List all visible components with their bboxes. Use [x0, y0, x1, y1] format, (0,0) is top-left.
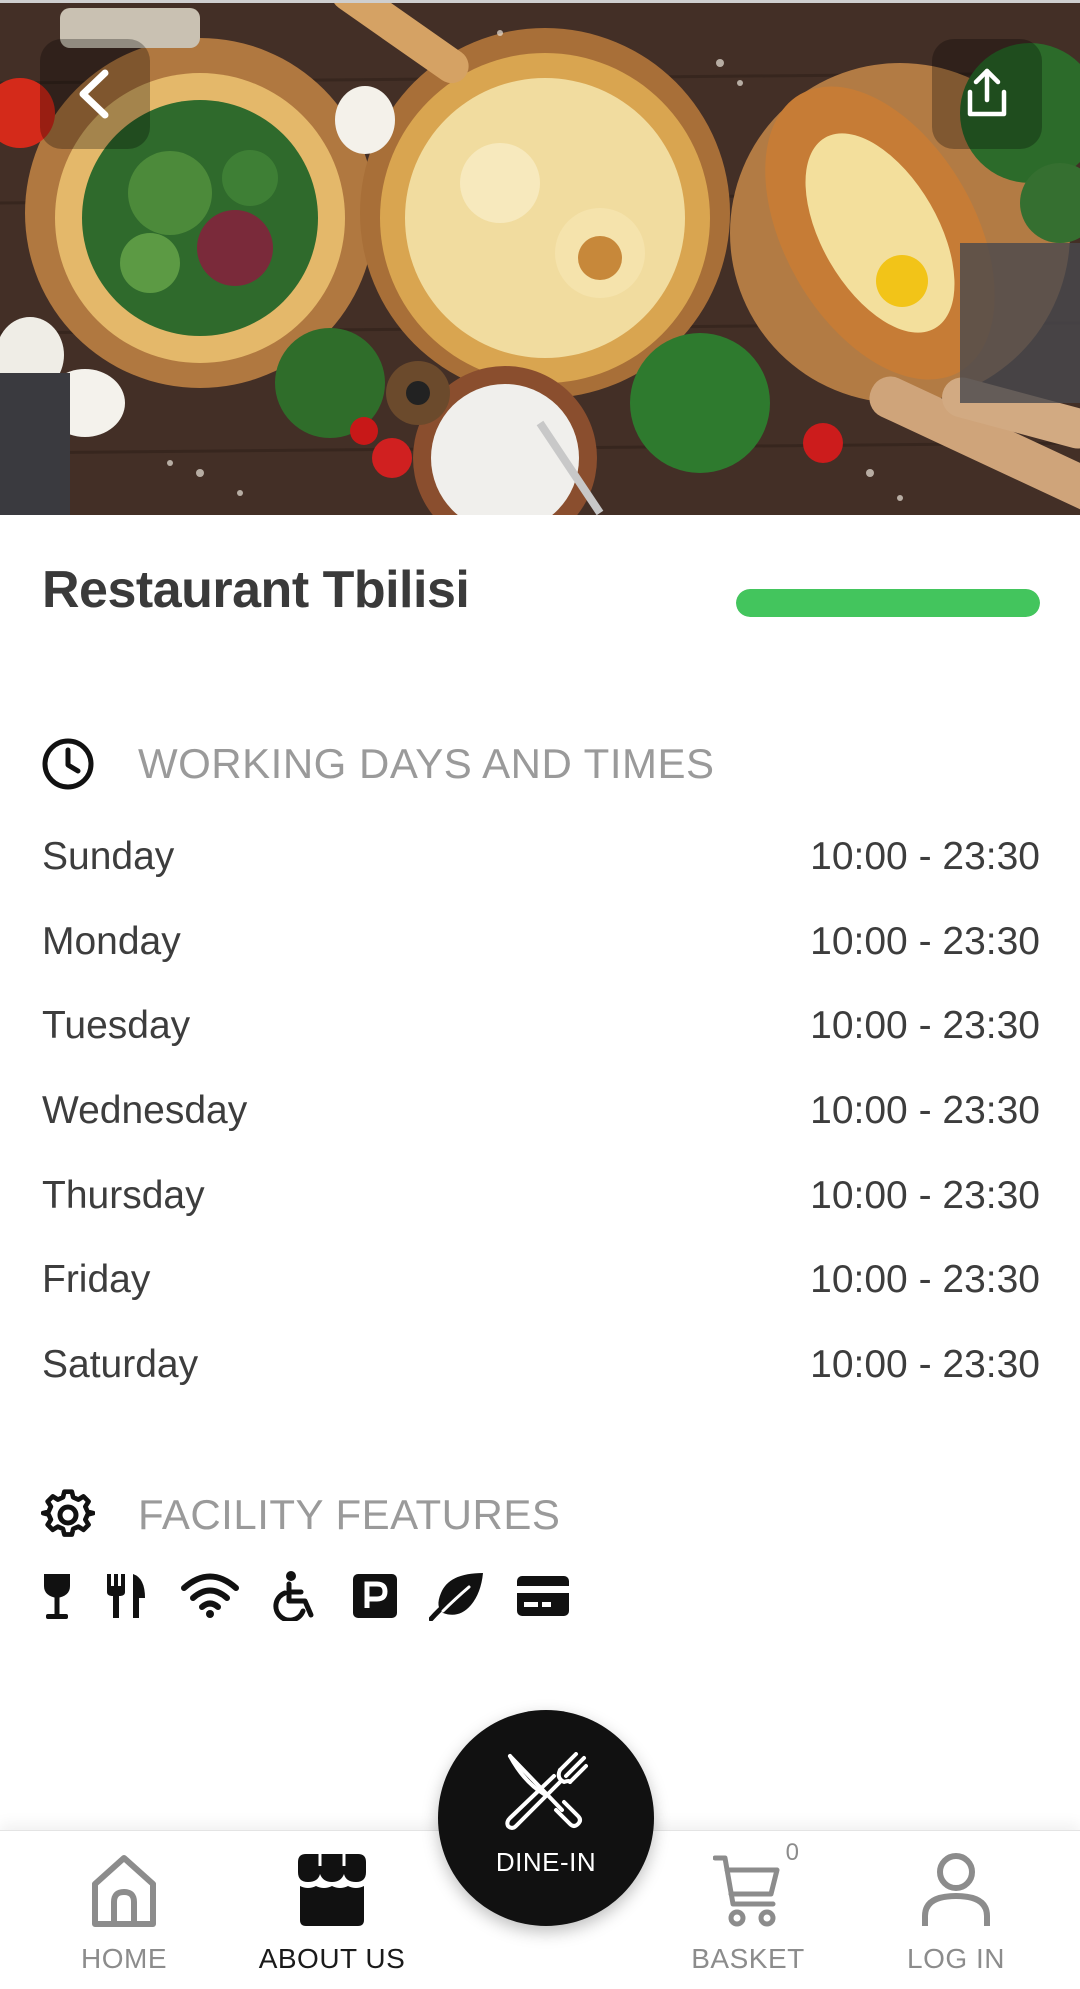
- working-hours-title: WORKING DAYS AND TIMES: [138, 740, 715, 787]
- store-icon: [296, 1849, 368, 1931]
- restaurant-name: Restaurant Tbilisi: [42, 561, 470, 619]
- day-label: Wednesday: [42, 1089, 248, 1133]
- chevron-left-icon: [79, 69, 109, 119]
- nav-basket-label: BASKET: [691, 1943, 805, 1974]
- status-fill: [736, 589, 1040, 617]
- hours-value: 10:00 - 23:30: [810, 1173, 1040, 1217]
- hours-row-thursday: Thursday 10:00 - 23:30: [42, 1153, 1040, 1238]
- hours-row-sunday: Sunday 10:00 - 23:30: [42, 815, 1040, 900]
- day-label: Thursday: [42, 1173, 205, 1217]
- hours-row-wednesday: Wednesday 10:00 - 23:30: [42, 1069, 1040, 1154]
- facility-features: [40, 1568, 601, 1624]
- utensils-crossed-icon: [504, 1752, 588, 1841]
- basket-count-badge: 0: [785, 1839, 799, 1866]
- hours-value: 10:00 - 23:30: [810, 1258, 1040, 1302]
- hours-row-tuesday: Tuesday 10:00 - 23:30: [42, 984, 1040, 1069]
- food-photo: [0, 3, 1080, 515]
- hours-list: Sunday 10:00 - 23:30 Monday 10:00 - 23:3…: [42, 815, 1040, 1407]
- hours-row-saturday: Saturday 10:00 - 23:30: [42, 1323, 1040, 1408]
- day-label: Saturday: [42, 1342, 199, 1386]
- nav-home[interactable]: HOME: [64, 1831, 184, 1989]
- cart-icon: 0: [713, 1839, 799, 1931]
- nav-home-label: HOME: [81, 1943, 167, 1974]
- hours-value: 10:00 - 23:30: [810, 919, 1040, 963]
- hours-row-monday: Monday 10:00 - 23:30: [42, 900, 1040, 985]
- leaf-icon: [429, 1568, 485, 1624]
- credit-card-icon: [516, 1568, 570, 1624]
- parking-icon: [352, 1568, 398, 1624]
- hero-image: [0, 0, 1080, 515]
- hours-value: 10:00 - 23:30: [810, 835, 1040, 879]
- home-icon: [87, 1849, 161, 1931]
- dine-in-label: DINE-IN: [495, 1847, 597, 1877]
- back-button[interactable]: [40, 39, 150, 149]
- day-label: Tuesday: [42, 1004, 191, 1048]
- day-label: Monday: [42, 919, 181, 963]
- hours-row-friday: Friday 10:00 - 23:30: [42, 1238, 1040, 1323]
- hours-value: 10:00 - 23:30: [810, 1004, 1040, 1048]
- share-button[interactable]: [932, 39, 1042, 149]
- share-icon: [967, 68, 1007, 117]
- nav-login-label: LOG IN: [907, 1943, 1005, 1974]
- wine-glass-icon: [40, 1568, 74, 1624]
- gear-icon: [40, 1487, 96, 1543]
- wheelchair-icon: [271, 1568, 321, 1624]
- clock-icon: [40, 736, 96, 792]
- nav-basket[interactable]: 0 BASKET: [688, 1831, 808, 1989]
- fork-knife-icon: [105, 1568, 149, 1624]
- working-hours-header: WORKING DAYS AND TIMES: [40, 736, 715, 792]
- hours-value: 10:00 - 23:30: [810, 1089, 1040, 1133]
- nav-about-us[interactable]: ABOUT US: [252, 1831, 412, 1989]
- nav-login[interactable]: LOG IN: [896, 1831, 1016, 1989]
- day-label: Sunday: [42, 835, 175, 879]
- day-label: Friday: [42, 1258, 151, 1302]
- status-bar: [736, 589, 1040, 617]
- facility-header: FACILITY FEATURES: [40, 1487, 560, 1543]
- dine-in-button[interactable]: DINE-IN: [438, 1710, 654, 1926]
- wifi-icon: [180, 1568, 240, 1624]
- nav-about-us-label: ABOUT US: [258, 1943, 406, 1974]
- hours-value: 10:00 - 23:30: [810, 1342, 1040, 1386]
- facility-title: FACILITY FEATURES: [138, 1491, 561, 1538]
- user-icon: [921, 1849, 991, 1931]
